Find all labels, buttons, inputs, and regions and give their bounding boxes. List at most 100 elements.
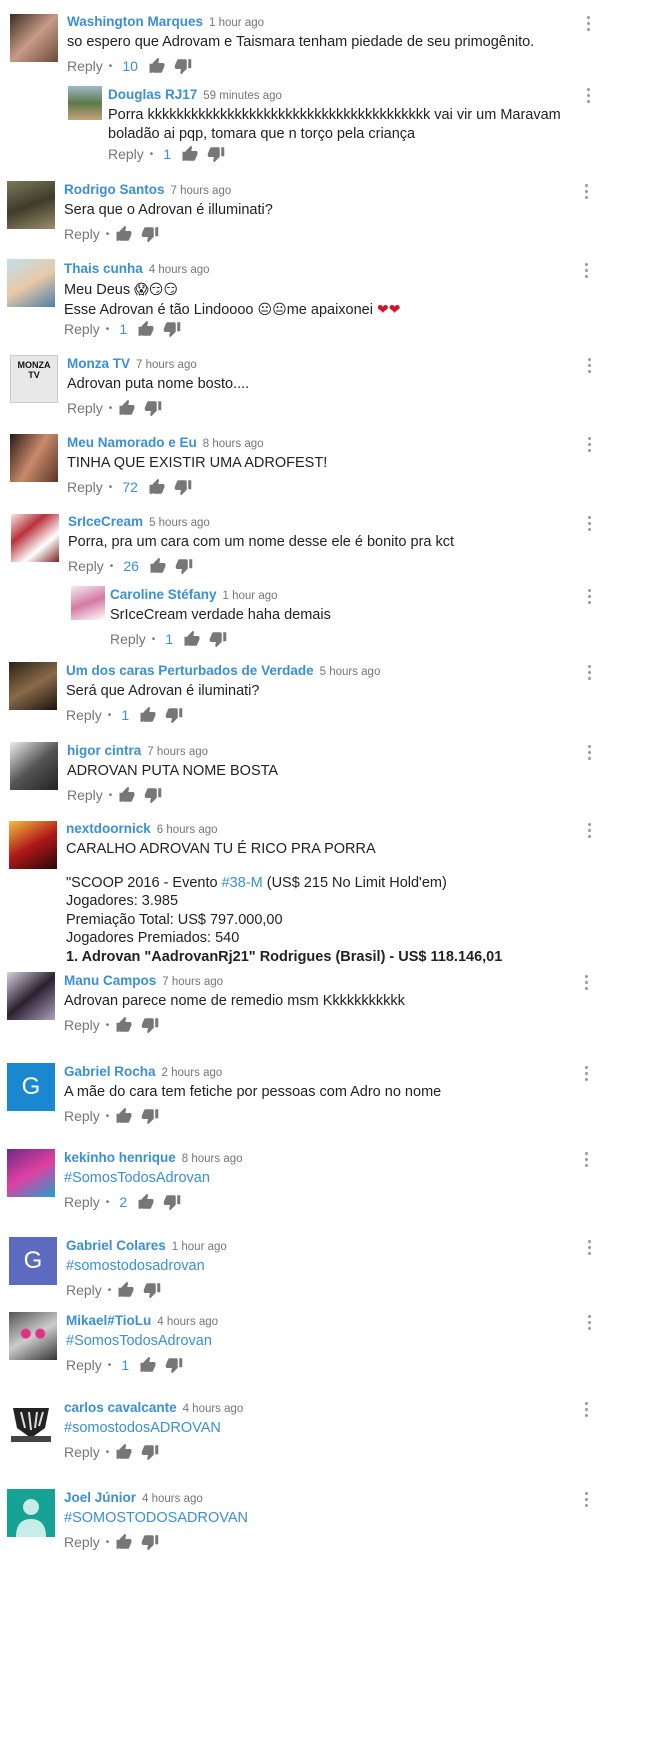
thumbs-up-icon[interactable] xyxy=(137,1193,155,1211)
thumbs-down-icon[interactable] xyxy=(209,630,227,648)
author-name[interactable]: Meu Namorado e Eu xyxy=(67,435,197,450)
timestamp[interactable]: 4 hours ago xyxy=(157,1316,218,1328)
timestamp[interactable]: 2 hours ago xyxy=(162,1067,223,1079)
thumbs-up-icon[interactable] xyxy=(183,630,201,648)
thumbs-down-icon[interactable] xyxy=(175,557,193,575)
author-name[interactable]: Washington Marques xyxy=(67,14,203,29)
avatar[interactable] xyxy=(7,1398,55,1446)
reply-button[interactable]: Reply xyxy=(67,58,103,74)
thumbs-down-icon[interactable] xyxy=(144,786,162,804)
avatar[interactable] xyxy=(9,662,57,710)
timestamp[interactable]: 8 hours ago xyxy=(182,1153,243,1165)
thumbs-down-icon[interactable] xyxy=(141,1443,159,1461)
thumbs-up-icon[interactable] xyxy=(115,1107,133,1125)
more-options-icon[interactable] xyxy=(582,1402,590,1420)
thumbs-down-icon[interactable] xyxy=(141,1016,159,1034)
reply-button[interactable]: Reply xyxy=(64,1444,100,1460)
hashtag-link[interactable]: #SomosTodosAdrovan xyxy=(64,1170,210,1186)
thumbs-up-icon[interactable] xyxy=(148,57,166,75)
thumbs-down-icon[interactable] xyxy=(165,706,183,724)
thumbs-down-icon[interactable] xyxy=(174,57,192,75)
more-options-icon[interactable] xyxy=(585,665,593,683)
timestamp[interactable]: 1 hour ago xyxy=(223,590,278,602)
reply-button[interactable]: Reply xyxy=(64,1194,100,1210)
author-name[interactable]: Joel Júnior xyxy=(64,1490,136,1505)
reply-button[interactable]: Reply xyxy=(67,479,103,495)
timestamp[interactable]: 4 hours ago xyxy=(142,1493,203,1505)
author-name[interactable]: Douglas RJ17 xyxy=(108,87,197,102)
reply-button[interactable]: Reply xyxy=(67,400,103,416)
author-name[interactable]: nextdoornick xyxy=(66,821,151,836)
thumbs-down-icon[interactable] xyxy=(174,478,192,496)
timestamp[interactable]: 5 hours ago xyxy=(320,666,381,678)
thumbs-down-icon[interactable] xyxy=(141,1107,159,1125)
timestamp[interactable]: 7 hours ago xyxy=(171,185,232,197)
more-options-icon[interactable] xyxy=(585,589,593,607)
reply-button[interactable]: Reply xyxy=(64,1534,100,1550)
more-options-icon[interactable] xyxy=(584,16,592,34)
more-options-icon[interactable] xyxy=(582,1492,590,1510)
hashtag-link[interactable]: #SomosTodosAdrovan xyxy=(66,1333,212,1349)
timestamp[interactable]: 5 hours ago xyxy=(149,517,210,529)
thumbs-up-icon[interactable] xyxy=(118,786,136,804)
author-name[interactable]: Gabriel Rocha xyxy=(64,1064,156,1079)
reply-button[interactable]: Reply xyxy=(64,321,100,337)
more-options-icon[interactable] xyxy=(582,263,590,281)
avatar[interactable]: G xyxy=(7,1063,55,1111)
more-options-icon[interactable] xyxy=(585,823,593,841)
author-name[interactable]: Mikael#TioLu xyxy=(66,1313,151,1328)
timestamp[interactable]: 4 hours ago xyxy=(149,264,210,276)
reply-button[interactable]: Reply xyxy=(67,787,103,803)
more-options-icon[interactable] xyxy=(585,516,593,534)
thumbs-down-icon[interactable] xyxy=(165,1356,183,1374)
timestamp[interactable]: 1 hour ago xyxy=(172,1241,227,1253)
more-options-icon[interactable] xyxy=(585,1315,593,1333)
author-name[interactable]: higor cintra xyxy=(67,743,141,758)
avatar[interactable] xyxy=(11,514,59,562)
reply-button[interactable]: Reply xyxy=(66,1357,102,1373)
thumbs-up-icon[interactable] xyxy=(139,706,157,724)
thumbs-down-icon[interactable] xyxy=(141,225,159,243)
avatar[interactable] xyxy=(10,742,58,790)
thumbs-up-icon[interactable] xyxy=(139,1356,157,1374)
thumbs-up-icon[interactable] xyxy=(148,478,166,496)
more-options-icon[interactable] xyxy=(585,358,593,376)
thumbs-up-icon[interactable] xyxy=(149,557,167,575)
more-options-icon[interactable] xyxy=(584,88,592,106)
author-name[interactable]: Gabriel Colares xyxy=(66,1238,166,1253)
more-options-icon[interactable] xyxy=(582,184,590,202)
author-name[interactable]: Thais cunha xyxy=(64,261,143,276)
more-options-icon[interactable] xyxy=(585,437,593,455)
thumbs-up-icon[interactable] xyxy=(115,1443,133,1461)
reply-button[interactable]: Reply xyxy=(66,707,102,723)
thumbs-up-icon[interactable] xyxy=(115,1533,133,1551)
avatar[interactable] xyxy=(71,586,105,620)
thumbs-up-icon[interactable] xyxy=(115,225,133,243)
more-options-icon[interactable] xyxy=(582,1152,590,1170)
timestamp[interactable]: 6 hours ago xyxy=(157,824,218,836)
timestamp[interactable]: 59 minutes ago xyxy=(203,90,282,102)
reply-button[interactable]: Reply xyxy=(110,631,146,647)
timestamp[interactable]: 7 hours ago xyxy=(136,359,197,371)
more-options-icon[interactable] xyxy=(585,745,593,763)
hashtag-link[interactable]: #somostodosADROVAN xyxy=(64,1420,221,1436)
timestamp[interactable]: 7 hours ago xyxy=(162,976,223,988)
reply-button[interactable]: Reply xyxy=(64,226,100,242)
avatar[interactable] xyxy=(7,1489,55,1537)
thumbs-up-icon[interactable] xyxy=(118,399,136,417)
author-name[interactable]: SrIceCream xyxy=(68,514,143,529)
more-options-icon[interactable] xyxy=(585,1240,593,1258)
thumbs-down-icon[interactable] xyxy=(163,1193,181,1211)
thumbs-down-icon[interactable] xyxy=(143,1281,161,1299)
author-name[interactable]: Um dos caras Perturbados de Verdade xyxy=(66,663,314,678)
author-name[interactable]: Monza TV xyxy=(67,356,130,371)
timestamp[interactable]: 7 hours ago xyxy=(147,746,208,758)
reply-button[interactable]: Reply xyxy=(68,558,104,574)
author-name[interactable]: Caroline Stéfany xyxy=(110,587,217,602)
avatar[interactable] xyxy=(7,259,55,307)
author-name[interactable]: kekinho henrique xyxy=(64,1150,176,1165)
thumbs-down-icon[interactable] xyxy=(144,399,162,417)
thumbs-up-icon[interactable] xyxy=(115,1016,133,1034)
author-name[interactable]: Rodrigo Santos xyxy=(64,182,165,197)
thumbs-up-icon[interactable] xyxy=(117,1281,135,1299)
